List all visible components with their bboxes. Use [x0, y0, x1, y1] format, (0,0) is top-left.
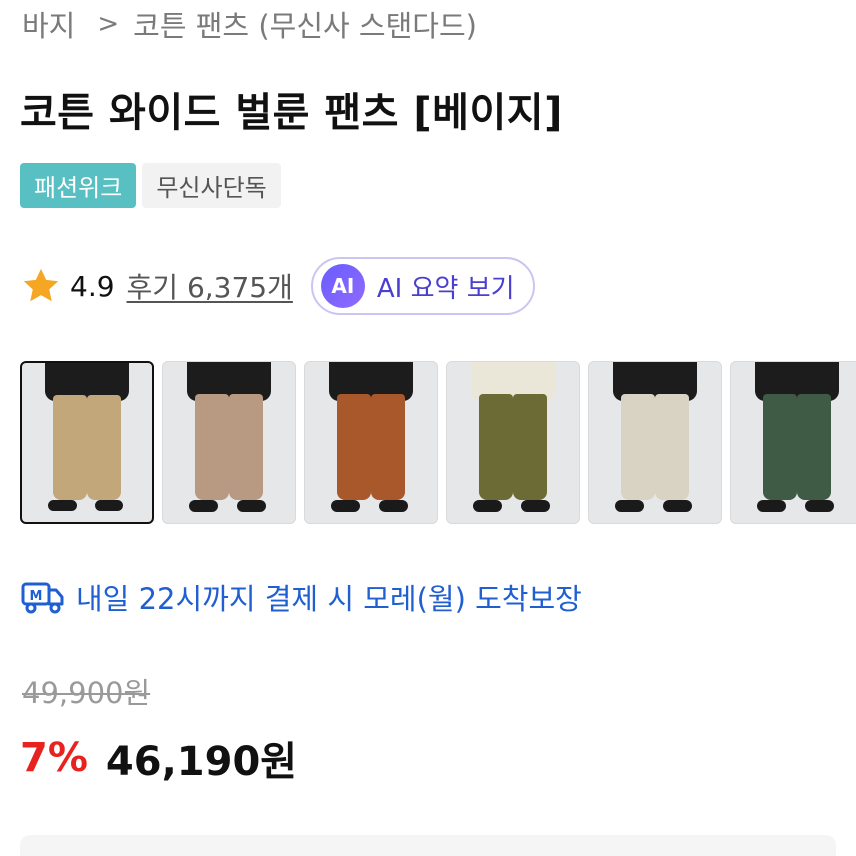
- breadcrumb: 바지 > 코튼 팬츠 (무신사 스탠다드): [22, 2, 477, 46]
- rating-row: 4.9 후기 6,375개 AI AI 요약 보기: [20, 257, 535, 315]
- fashion-week-badge: 패션위크: [20, 163, 137, 208]
- pants-leg: [87, 394, 121, 500]
- product-thumbnail-list: [20, 361, 856, 524]
- shoe: [48, 499, 77, 511]
- sale-price: 46,190원: [105, 739, 298, 785]
- original-price: 49,900원: [22, 676, 151, 710]
- ai-icon: AI: [320, 264, 365, 308]
- pants-leg: [620, 394, 655, 501]
- pants-leg: [371, 394, 406, 501]
- pants-leg: [229, 394, 264, 501]
- shoe: [331, 500, 361, 512]
- svg-text:M: M: [30, 589, 43, 604]
- ai-summary-label: AI 요약 보기: [376, 273, 515, 304]
- pants-leg: [478, 394, 513, 501]
- shoe: [804, 500, 834, 512]
- pants-leg: [797, 394, 832, 501]
- delivery-guarantee[interactable]: M 내일 22시까지 결제 시 모레(월) 도착보장: [20, 575, 582, 619]
- product-title: 코튼 와이드 벌룬 팬츠 [베이지]: [20, 90, 563, 136]
- pants-leg: [655, 394, 690, 501]
- shoe: [378, 500, 408, 512]
- delivery-text: 내일 22시까지 결제 시 모레(월) 도착보장: [76, 582, 582, 616]
- shoe: [662, 500, 692, 512]
- shoe: [189, 500, 219, 512]
- pants-leg: [336, 394, 371, 501]
- discount-rate: 7%: [20, 735, 88, 781]
- product-thumbnail-brown[interactable]: [304, 361, 438, 524]
- delivery-truck-icon: M: [21, 582, 64, 614]
- product-thumbnail-ecru[interactable]: [588, 361, 722, 524]
- pants-leg: [762, 394, 797, 501]
- rating-value: 4.9: [70, 269, 115, 303]
- shoe: [94, 499, 124, 511]
- shoe: [520, 500, 550, 512]
- pants-leg: [53, 394, 87, 500]
- product-thumbnail-brown-beige[interactable]: [162, 361, 296, 524]
- badge-list: 패션위크 무신사단독: [20, 163, 281, 208]
- product-thumbnail-green[interactable]: [730, 361, 856, 524]
- exclusive-badge: 무신사단독: [142, 163, 281, 208]
- info-box: [20, 835, 836, 856]
- shoe: [757, 500, 787, 512]
- breadcrumb-separator-icon: >: [97, 9, 120, 39]
- breadcrumb-brand-path[interactable]: 코튼 팬츠 (무신사 스탠다드): [133, 3, 477, 45]
- shoe: [473, 500, 503, 512]
- product-thumbnail-beige[interactable]: [20, 361, 154, 524]
- shoe: [615, 500, 645, 512]
- review-count-link[interactable]: 후기 6,375개: [127, 266, 293, 306]
- ai-summary-button[interactable]: AI AI 요약 보기: [310, 257, 535, 315]
- price-row: 7% 46,190원: [20, 728, 297, 788]
- shoe: [236, 500, 266, 512]
- product-thumbnail-khaki[interactable]: [446, 361, 580, 524]
- pants-leg: [194, 394, 229, 501]
- pants-leg: [513, 394, 548, 501]
- breadcrumb-category[interactable]: 바지: [22, 3, 75, 45]
- star-icon: [23, 268, 59, 302]
